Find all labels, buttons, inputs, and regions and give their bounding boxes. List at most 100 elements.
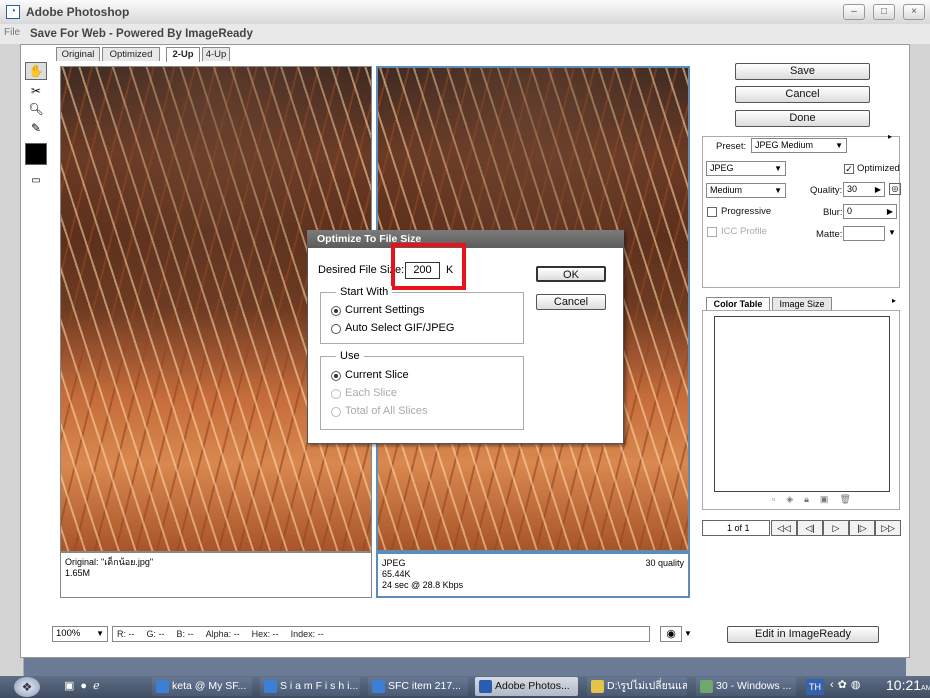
current-slice-radio[interactable] [331, 371, 341, 381]
tab-2-up[interactable]: 2-Up [166, 47, 200, 62]
blur-label: Blur: [823, 207, 843, 218]
original-filename: Original: "เด็กน้อย.jpg" [65, 557, 154, 567]
color-table-swatches-area[interactable] [714, 316, 890, 492]
start-with-group [320, 292, 524, 344]
start-with-label: Start With [336, 286, 393, 298]
optimized-quality: 30 quality [645, 558, 684, 568]
each-slice-radio[interactable] [331, 389, 341, 399]
taskbar-item-keta[interactable]: keta @ My SF... [152, 677, 252, 696]
preset-select[interactable]: JPEG Medium ▼ [751, 138, 847, 153]
readout-b: B: -- [176, 629, 194, 639]
play-button[interactable]: ▷ [823, 520, 849, 536]
icc-profile-label: ICC Profile [721, 226, 767, 237]
progressive-label: Progressive [721, 206, 772, 217]
new-color-icon[interactable]: ▣ [820, 494, 840, 504]
quick-launch-icon[interactable]: ▣ [64, 680, 80, 692]
color-table-menu-arrow-icon[interactable]: ▸ [892, 296, 896, 305]
ie-icon [372, 680, 385, 693]
format-value: JPEG [710, 163, 734, 173]
quality-input[interactable]: 30 ▶ [843, 182, 885, 197]
trash-icon[interactable]: 🗑︎ [839, 494, 861, 504]
browser-menu-chevron-icon[interactable]: ▼ [684, 629, 692, 638]
photoshop-titlebar: ◔ Adobe Photoshop [0, 0, 930, 24]
done-button[interactable]: Done [735, 110, 870, 127]
app-title: Adobe Photoshop [26, 5, 130, 19]
eyedropper-tool-icon[interactable]: ✎ [25, 119, 47, 137]
chevron-down-icon: ▼ [774, 164, 782, 173]
tray-icons[interactable]: ‹✿◍ [830, 678, 865, 691]
color-table-tools: ▫◈🔒︎▣🗑︎ [772, 494, 862, 505]
color-readout-bar: R: -- G: -- B: -- Alpha: -- Hex: -- Inde… [112, 626, 650, 642]
taskbar-item-photoshop[interactable]: Adobe Photos... [475, 677, 578, 696]
web-shift-icon[interactable]: ◈ [786, 494, 804, 504]
auto-select-radio[interactable] [331, 324, 341, 334]
photoshop-menu-file[interactable]: File [0, 24, 22, 44]
edit-in-imageready-button[interactable]: Edit in ImageReady [727, 626, 879, 643]
start-button-icon[interactable]: ❖ [14, 677, 40, 697]
taskbar-clock: 10:21AM [886, 677, 930, 693]
photoshop-icon [479, 680, 492, 693]
cancel-button[interactable]: Cancel [735, 86, 870, 103]
taskbar-item-siamfishing[interactable]: S i a m F i s h i... [260, 677, 360, 696]
quick-launch-icons[interactable]: ▣●ℯ [64, 679, 106, 692]
tray-app-icon[interactable]: ◍ [851, 679, 865, 691]
first-frame-button[interactable]: ◁◁ [771, 520, 797, 536]
current-settings-radio[interactable] [331, 306, 341, 316]
blur-value: 0 [847, 206, 853, 216]
optimize-cancel-button[interactable]: Cancel [536, 294, 606, 310]
current-settings-label[interactable]: Current Settings [345, 304, 424, 316]
format-select[interactable]: JPEG ▼ [706, 161, 786, 176]
tab-original[interactable]: Original [56, 47, 100, 61]
last-frame-button[interactable]: ▷▷ [875, 520, 901, 536]
web-snap-icon[interactable]: ▫ [772, 494, 786, 504]
close-button[interactable]: × [903, 4, 925, 20]
matte-color-select[interactable] [843, 226, 885, 241]
use-label: Use [336, 350, 364, 362]
settings-menu-arrow-icon[interactable]: ▸ [888, 132, 892, 141]
optimized-checkbox[interactable]: ✓ [844, 164, 854, 174]
hand-tool-icon[interactable]: ✋ [25, 62, 47, 80]
readout-index: Index: -- [290, 629, 324, 639]
taskbar-item-sfc[interactable]: SFC item 217... [368, 677, 468, 696]
next-frame-button[interactable]: |▷ [849, 520, 875, 536]
optimized-filesize: 65.44K [382, 569, 411, 579]
chevron-down-icon[interactable]: ▼ [888, 228, 896, 237]
toggle-slices-visibility-icon[interactable]: ▭ [25, 172, 47, 190]
frame-counter: 1 of 1 [702, 520, 770, 536]
compression-quality-select[interactable]: Medium ▼ [706, 183, 786, 198]
tab-optimized[interactable]: Optimized [102, 47, 160, 61]
current-slice-label[interactable]: Current Slice [345, 369, 409, 381]
icc-profile-checkbox[interactable] [707, 227, 717, 237]
language-indicator[interactable]: TH [806, 679, 824, 695]
taskbar-item-folder[interactable]: D:\รูปไม่เปลี่ยนแล [587, 677, 687, 696]
eyedropper-color-swatch[interactable] [25, 143, 47, 165]
auto-select-label[interactable]: Auto Select GIF/JPEG [345, 322, 454, 334]
zoom-level-select[interactable]: 100% ▼ [52, 626, 108, 642]
minimize-button[interactable]: – [843, 4, 865, 20]
ie-icon[interactable]: ℯ [93, 680, 106, 692]
tab-image-size[interactable]: Image Size [772, 297, 832, 311]
slice-select-tool-icon[interactable]: ✂ [25, 82, 47, 100]
progressive-checkbox[interactable] [707, 207, 717, 217]
chevron-down-icon: ▼ [835, 141, 843, 150]
tab-color-table[interactable]: Color Table [706, 297, 770, 311]
dialog-title: Save For Web - Powered By ImageReady [30, 28, 253, 40]
maximize-button[interactable]: □ [873, 4, 895, 20]
readout-r: R: -- [117, 629, 135, 639]
total-slices-radio[interactable] [331, 407, 341, 417]
taskbar-item-windows[interactable]: 30 - Windows ... [696, 677, 796, 696]
save-button[interactable]: Save [735, 63, 870, 80]
preview-in-browser-globe-icon[interactable]: ◉ [660, 626, 682, 642]
tray-app-icon[interactable]: ✿ [838, 679, 851, 691]
blur-input[interactable]: 0 ▶ [843, 204, 897, 219]
readout-g: G: -- [146, 629, 165, 639]
tray-arrow-icon[interactable]: ‹ [830, 679, 838, 691]
previous-frame-button[interactable]: ◁| [797, 520, 823, 536]
quality-label: Quality: [810, 185, 843, 196]
lock-color-icon[interactable]: 🔒︎ [804, 494, 820, 504]
quick-launch-icon[interactable]: ● [80, 680, 93, 692]
ok-button[interactable]: OK [536, 266, 606, 282]
zoom-tool-icon[interactable]: 🔍︎ [25, 100, 47, 118]
tab-4-up[interactable]: 4-Up [202, 47, 230, 61]
quality-mask-icon[interactable]: ◎ [889, 183, 901, 195]
